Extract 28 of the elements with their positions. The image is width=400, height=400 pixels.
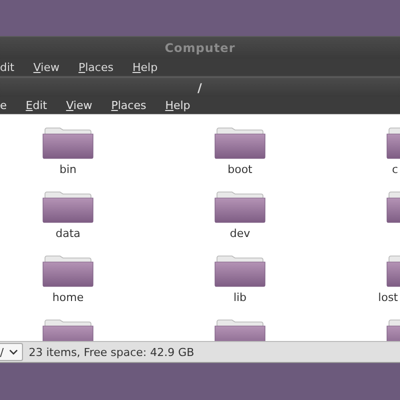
folder-name: c bbox=[390, 163, 398, 176]
folder-name: dev bbox=[230, 227, 250, 240]
folder-name: lost bbox=[377, 291, 398, 304]
menu-item[interactable]: Help bbox=[132, 61, 158, 74]
menu-item[interactable]: e bbox=[0, 99, 7, 112]
folder-icon[interactable] bbox=[214, 255, 266, 287]
window-title: Computer bbox=[164, 41, 236, 55]
menu-item[interactable]: Places bbox=[111, 99, 146, 112]
menu-item[interactable]: Places bbox=[78, 61, 114, 74]
menu-item[interactable]: Edit bbox=[26, 99, 48, 112]
menu-item[interactable]: Help bbox=[165, 99, 190, 112]
status-text: 23 items, Free space: 42.9 GB bbox=[28, 346, 194, 358]
folder-icon[interactable] bbox=[42, 255, 94, 287]
folder-name: home bbox=[52, 291, 84, 304]
folder-icon[interactable] bbox=[42, 127, 94, 159]
folder-icon[interactable] bbox=[42, 191, 94, 223]
folder-icon[interactable] bbox=[214, 191, 266, 223]
window-title: / bbox=[198, 80, 202, 94]
chevron-down-icon bbox=[8, 349, 18, 355]
folder-name: data bbox=[56, 227, 80, 240]
menu-item[interactable]: dit bbox=[0, 61, 14, 74]
folder-name: lib bbox=[233, 291, 247, 304]
menu-item[interactable]: View bbox=[66, 99, 92, 112]
folder-name: bin bbox=[59, 163, 76, 176]
location-dropdown[interactable]: / bbox=[0, 343, 23, 361]
folder-name: boot bbox=[228, 163, 252, 176]
folder-icon[interactable] bbox=[214, 127, 266, 159]
menu-item[interactable]: View bbox=[33, 61, 60, 74]
